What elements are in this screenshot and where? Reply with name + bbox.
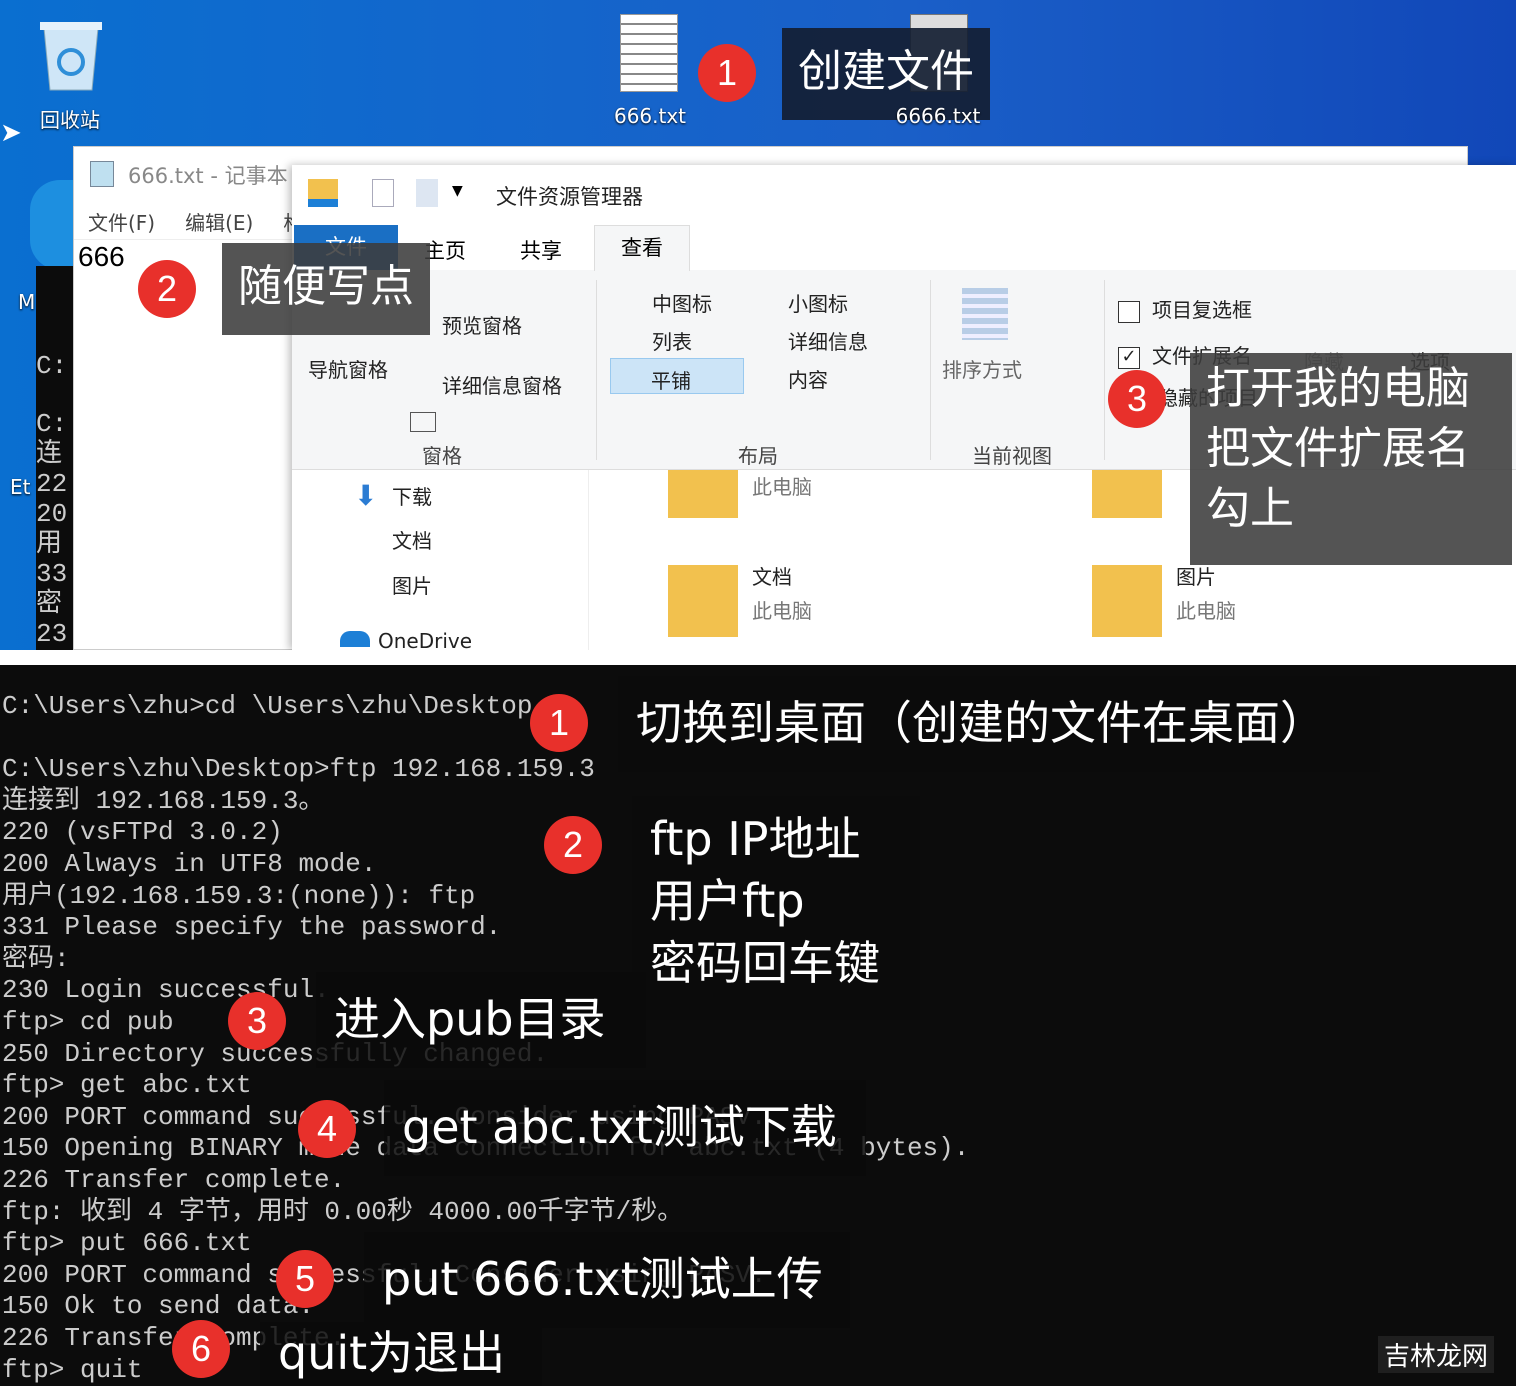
terminal-line: C:\Users\zhu>cd \Users\zhu\Desktop <box>2 691 533 721</box>
group-label: 窗格 <box>422 444 462 468</box>
menu-bar: 文件(F) 编辑(E) 格 <box>88 207 303 236</box>
file-label: 666.txt <box>613 104 687 128</box>
desktop: 回收站 ➤ 666.txt 1 创建文件 6666.txt M Et C: C: 连… <box>0 0 1516 650</box>
group-label: 当前视图 <box>972 444 1052 468</box>
layout-tiles[interactable]: 平铺 <box>610 358 744 394</box>
text-file-icon[interactable] <box>620 14 678 92</box>
step-badge: 4 <box>298 1100 356 1158</box>
pictures-folder-icon[interactable] <box>1092 565 1162 637</box>
callout: put 666.txt测试上传 <box>364 1232 850 1328</box>
terminal-line: 230 Login successful. <box>2 975 330 1006</box>
watermark: 吉林龙网 <box>1378 1336 1495 1373</box>
quick-access-item[interactable]: 文档 <box>392 525 432 554</box>
step-badge: 2 <box>544 816 602 874</box>
mouse-cursor-icon: ➤ <box>0 118 22 148</box>
file-label: 6666.txt <box>895 104 981 128</box>
callout: 随便写点 <box>222 243 430 335</box>
preview-pane-icon <box>410 412 436 432</box>
desktop-label: M <box>18 290 36 314</box>
terminal-line: 150 Ok to send data. <box>2 1291 315 1322</box>
step-badge: 6 <box>172 1320 230 1378</box>
callout: 打开我的电脑 把文件扩展名 勾上 <box>1190 353 1512 565</box>
onedrive-item[interactable]: OneDrive <box>378 629 472 650</box>
details-pane-button[interactable]: 详细信息窗格 <box>442 370 562 399</box>
step-badge: 3 <box>1108 370 1166 428</box>
menu-edit[interactable]: 编辑(E) <box>185 207 253 236</box>
menu-file[interactable]: 文件(F) <box>88 207 155 236</box>
notepad-icon <box>90 161 114 187</box>
terminal-line: 用户(192.168.159.3:(none)): ftp <box>2 880 476 911</box>
callout: 切换到桌面（创建的文件在桌面） <box>618 676 1380 772</box>
step-badge: 2 <box>138 260 196 318</box>
layout-medium-icons[interactable]: 中图标 <box>652 288 712 317</box>
terminal-line: 200 Always in UTF8 mode. <box>2 849 377 879</box>
sort-by-button[interactable]: 排序方式 <box>942 354 1022 383</box>
preview-pane-button[interactable]: 预览窗格 <box>442 310 522 339</box>
terminal-line: 226 Transfer complete. <box>2 1165 346 1195</box>
tab-share[interactable]: 共享 <box>520 235 562 265</box>
desktop-label: Et <box>10 475 31 499</box>
layout-content[interactable]: 内容 <box>788 364 828 393</box>
tab-home[interactable]: 主页 <box>424 235 466 265</box>
properties-icon[interactable] <box>372 179 394 207</box>
onedrive-icon <box>340 631 370 647</box>
terminal-line: ftp> cd pub <box>2 1007 174 1037</box>
cmd-window-behind: C: C: 连 22 20 用 33 密 23 <box>36 266 76 650</box>
folder-location: 此电脑 <box>752 475 812 499</box>
folder-name[interactable]: 图片 <box>1176 561 1216 590</box>
customize-quick-access-icon[interactable]: ▼ <box>452 183 463 199</box>
quick-access-item[interactable]: 下载 <box>392 481 432 510</box>
step-badge: 1 <box>530 694 588 752</box>
terminal-line: 331 Please specify the password. <box>2 912 502 943</box>
terminal-line: C:\Users\zhu\Desktop>ftp 192.168.159.3 <box>2 754 595 785</box>
item-checkboxes-toggle[interactable]: 项目复选框 <box>1118 294 1252 323</box>
terminal-line: 连接到 192.168.159.3。 <box>2 785 325 816</box>
layout-details[interactable]: 详细信息 <box>788 326 868 355</box>
folder-icon <box>308 179 338 207</box>
download-icon: ⬇ <box>354 479 378 512</box>
terminal-line: ftp: 收到 4 字节，用时 0.00秒 4000.00千字节/秒。 <box>2 1196 684 1227</box>
folder-location: 此电脑 <box>752 599 812 623</box>
step-badge: 3 <box>228 992 286 1050</box>
sort-by-icon <box>962 288 1008 340</box>
documents-folder-icon[interactable] <box>668 565 738 637</box>
terminal-line: ftp> get abc.txt <box>2 1070 252 1101</box>
terminal-line: 密码: <box>2 943 70 974</box>
window-title: 666.txt - 记事本 <box>128 164 288 188</box>
folder-icon <box>668 470 738 518</box>
group-label: 布局 <box>738 444 778 468</box>
callout: 进入pub目录 <box>316 972 646 1068</box>
quick-access-item[interactable]: 图片 <box>392 570 432 599</box>
tab-view[interactable]: 查看 <box>594 225 690 271</box>
step-badge: 5 <box>276 1250 334 1308</box>
folder-location: 此电脑 <box>1176 599 1236 623</box>
layout-list[interactable]: 列表 <box>652 326 692 355</box>
folder-name[interactable]: 文档 <box>752 561 792 590</box>
window-title: 文件资源管理器 <box>496 185 643 209</box>
folder-icon <box>1092 470 1162 518</box>
terminal-line: 220 (vsFTPd 3.0.2) <box>2 817 283 848</box>
navigation-pane-button[interactable]: 导航窗格 <box>308 354 388 383</box>
callout: get abc.txt测试下载 <box>384 1080 866 1176</box>
step-badge: 1 <box>698 44 756 102</box>
callout: ftp IP地址 用户ftp 密码回车键 <box>632 796 920 1020</box>
recycle-bin-icon[interactable] <box>36 14 106 94</box>
terminal-line: ftp> quit <box>2 1354 143 1385</box>
recycle-bin-label: 回收站 <box>40 108 100 132</box>
new-folder-icon[interactable] <box>416 179 438 207</box>
layout-small-icons[interactable]: 小图标 <box>788 288 848 317</box>
callout: quit为退出 <box>260 1322 542 1386</box>
terminal-line: ftp> put 666.txt <box>2 1228 252 1259</box>
